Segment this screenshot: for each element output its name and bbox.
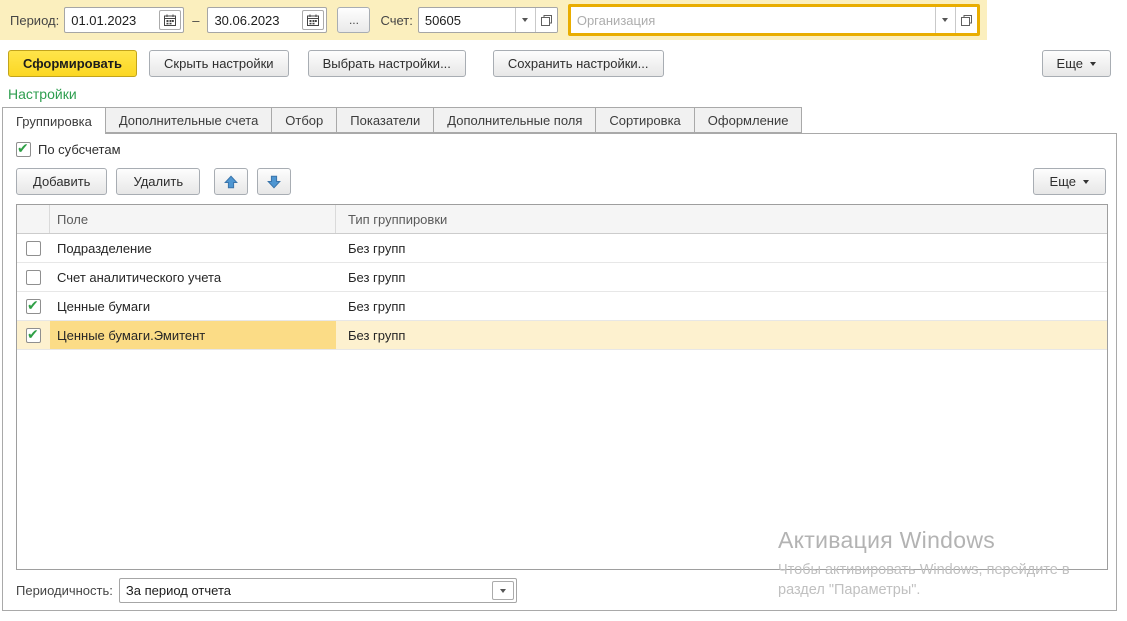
tab-additional-fields[interactable]: Дополнительные поля <box>434 107 596 133</box>
move-up-button[interactable] <box>214 168 248 195</box>
tab-sorting[interactable]: Сортировка <box>596 107 694 133</box>
toolbar-more-button[interactable]: Еще <box>1033 168 1106 195</box>
add-button[interactable]: Добавить <box>16 168 107 195</box>
calendar-icon-button[interactable] <box>159 10 181 30</box>
table-row[interactable]: Подразделение Без групп <box>17 234 1107 263</box>
account-dropdown-button[interactable] <box>515 8 535 32</box>
period-ellipsis-button[interactable]: ... <box>337 7 370 33</box>
move-down-button[interactable] <box>257 168 291 195</box>
row-checkbox[interactable] <box>26 328 41 343</box>
organization-combo[interactable] <box>568 4 980 36</box>
organization-dropdown-button[interactable] <box>935 7 955 33</box>
tab-indicators[interactable]: Показатели <box>337 107 434 133</box>
tab-additional-accounts[interactable]: Дополнительные счета <box>106 107 272 133</box>
hide-settings-button[interactable]: Скрыть настройки <box>149 50 289 77</box>
periodicity-dropdown-button[interactable] <box>492 581 514 600</box>
row-field[interactable]: Ценные бумаги.Эмитент <box>50 321 336 349</box>
periodicity-combo[interactable] <box>119 578 517 603</box>
row-group-type[interactable]: Без групп <box>336 234 1107 262</box>
tab-filter[interactable]: Отбор <box>272 107 337 133</box>
open-in-list-icon <box>541 15 552 26</box>
account-input[interactable] <box>419 8 515 32</box>
more-button[interactable]: Еще <box>1042 50 1111 77</box>
row-field[interactable]: Счет аналитического учета <box>50 263 336 291</box>
row-checkbox[interactable] <box>26 299 41 314</box>
periodicity-input[interactable] <box>120 579 490 602</box>
period-label: Период: <box>10 13 59 28</box>
date-from-input[interactable] <box>65 8 157 32</box>
row-field[interactable]: Подразделение <box>50 234 336 262</box>
periodicity-label: Периодичность: <box>16 583 113 598</box>
date-from-field[interactable] <box>64 7 184 33</box>
row-checkbox[interactable] <box>26 270 41 285</box>
account-combo[interactable] <box>418 7 558 33</box>
date-to-field[interactable] <box>207 7 327 33</box>
chevron-down-icon <box>1090 62 1096 66</box>
chevron-down-icon <box>500 589 506 593</box>
grouping-table: Поле Тип группировки Подразделение Без г… <box>16 204 1108 570</box>
row-group-type[interactable]: Без групп <box>336 292 1107 320</box>
chevron-down-icon <box>942 18 948 22</box>
calendar-icon <box>307 14 319 26</box>
arrow-down-icon <box>267 175 281 189</box>
table-row[interactable]: Счет аналитического учета Без групп <box>17 263 1107 292</box>
open-in-list-icon <box>961 15 972 26</box>
header-field-column: Поле <box>50 205 336 233</box>
account-open-button[interactable] <box>535 8 557 32</box>
table-row[interactable]: Ценные бумаги Без групп <box>17 292 1107 321</box>
organization-open-button[interactable] <box>955 7 977 33</box>
report-actions: Сформировать Скрыть настройки Выбрать на… <box>0 50 1127 77</box>
by-subaccounts-label: По субсчетам <box>38 142 121 157</box>
row-field[interactable]: Ценные бумаги <box>50 292 336 320</box>
report-settings-window: Период: <box>0 0 1127 621</box>
settings-tabs: Группировка Дополнительные счета Отбор П… <box>2 107 802 134</box>
header-grouptype-column: Тип группировки <box>336 205 1107 233</box>
by-subaccounts-checkbox[interactable] <box>16 142 31 157</box>
settings-title: Настройки <box>8 86 77 102</box>
filter-panel: Период: <box>0 0 987 40</box>
row-checkbox[interactable] <box>26 241 41 256</box>
chevron-down-icon <box>1083 180 1089 184</box>
tab-grouping[interactable]: Группировка <box>2 107 106 134</box>
table-row-selected[interactable]: Ценные бумаги.Эмитент Без групп <box>17 321 1107 350</box>
row-group-type[interactable]: Без групп <box>336 263 1107 291</box>
generate-button[interactable]: Сформировать <box>8 50 137 77</box>
period-dash: – <box>192 13 199 28</box>
by-subaccounts-checkbox-row[interactable]: По субсчетам <box>16 142 121 157</box>
arrow-up-icon <box>224 175 238 189</box>
calendar-icon-button[interactable] <box>302 10 324 30</box>
header-checkbox-column <box>17 205 50 233</box>
row-group-type[interactable]: Без групп <box>336 321 1107 349</box>
chevron-down-icon <box>522 18 528 22</box>
tab-appearance[interactable]: Оформление <box>695 107 803 133</box>
table-header: Поле Тип группировки <box>17 205 1107 234</box>
settings-panel: По субсчетам Добавить Удалить Еще <box>2 133 1117 611</box>
choose-settings-button[interactable]: Выбрать настройки... <box>308 50 466 77</box>
delete-button[interactable]: Удалить <box>116 168 200 195</box>
save-settings-button[interactable]: Сохранить настройки... <box>493 50 664 77</box>
periodicity-row: Периодичность: <box>16 578 517 603</box>
account-label: Счет: <box>380 13 412 28</box>
calendar-icon <box>164 14 176 26</box>
grouping-toolbar: Добавить Удалить Еще <box>16 168 1106 195</box>
date-to-input[interactable] <box>208 8 300 32</box>
organization-input[interactable] <box>571 7 935 33</box>
